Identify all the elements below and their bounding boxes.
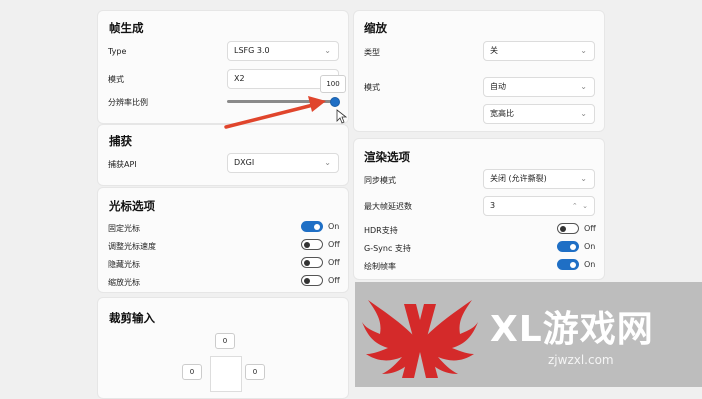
hide-cursor-toggle[interactable] [301,257,323,268]
scale-cursor-toggle[interactable] [301,275,323,286]
gsync-toggle[interactable] [557,241,579,252]
capture-api-label: 捕获API [108,160,137,169]
watermark: XL游戏网 zjwzxl.com [355,282,702,387]
chevron-down-icon: ⌄ [324,158,331,167]
aspect-value: 宽高比 [490,109,514,118]
render-toggle-label: G-Sync 支持 [364,244,411,253]
sync-select[interactable]: 关闭 (允许撕裂) ⌄ [483,169,595,189]
aspect-select[interactable]: 宽高比 ⌄ [483,104,595,124]
crop-top-input[interactable]: 0 [215,333,235,349]
max-frames-spinner[interactable]: 3 ⌃ ⌄ [483,196,595,216]
scale-mode-value: 自动 [490,82,506,91]
capture-title: 捕获 [109,134,132,148]
scale-type-label: 类型 [364,48,380,57]
draw-fps-toggle[interactable] [557,259,579,270]
mode-label: 模式 [108,75,124,84]
toggle-state: Off [328,258,340,267]
type-select-value: LSFG 3.0 [234,46,270,55]
cursor-title: 光标选项 [109,199,155,213]
cursor-card: 光标选项 固定光标 On 调整光标速度 Off 隐藏光标 Off 缩放光标 Of… [97,187,349,293]
chevron-down-icon: ⌄ [580,46,587,55]
chevron-down-icon: ⌄ [580,82,587,91]
winged-x-logo-icon [362,300,478,378]
capture-card: 捕获 捕获API DXGI ⌄ [97,124,349,186]
max-frames-label: 最大帧延迟数 [364,202,412,211]
crop-card: 裁剪输入 0 0 0 [97,297,349,399]
resolution-slider[interactable] [227,100,335,103]
max-frames-value: 3 [490,201,496,210]
render-card: 渲染选项 同步模式 关闭 (允许撕裂) ⌄ 最大帧延迟数 3 ⌃ ⌄ HDR支持… [353,138,605,280]
scale-mode-label: 模式 [364,83,380,92]
crop-left-input[interactable]: 0 [182,364,202,380]
frame-gen-title: 帧生成 [109,21,144,35]
cursor-item-label: 固定光标 [108,224,140,233]
chevron-down-icon: ⌄ [324,46,331,55]
cursor-item-label: 调整光标速度 [108,242,156,251]
capture-api-select[interactable]: DXGI ⌄ [227,153,339,173]
resolution-tooltip: 100 [320,75,346,93]
render-toggle-label: 绘制帧率 [364,262,396,271]
scale-type-select[interactable]: 关 ⌄ [483,41,595,61]
fixed-cursor-toggle[interactable] [301,221,323,232]
chevron-down-icon: ⌄ [580,174,587,183]
toggle-state: Off [328,240,340,249]
resolution-label: 分辨率比例 [108,98,148,107]
frame-gen-card: 帧生成 Type LSFG 3.0 ⌄ 模式 X2 分辨率比例 100 [97,10,349,124]
scale-type-value: 关 [490,46,498,55]
cursor-item-label: 缩放光标 [108,278,140,287]
toggle-state: On [584,260,596,269]
toggle-state: Off [328,276,340,285]
type-select[interactable]: LSFG 3.0 ⌄ [227,41,339,61]
render-toggle-label: HDR支持 [364,226,398,235]
type-label: Type [108,47,127,56]
cursor-speed-toggle[interactable] [301,239,323,250]
watermark-url: zjwzxl.com [548,353,614,367]
render-title: 渲染选项 [364,150,410,164]
scale-card: 缩放 类型 关 ⌄ 模式 自动 ⌄ 宽高比 ⌄ [353,10,605,132]
crop-right-input[interactable]: 0 [245,364,265,380]
scale-mode-select[interactable]: 自动 ⌄ [483,77,595,97]
scale-title: 缩放 [364,21,387,35]
crop-title: 裁剪输入 [109,311,155,325]
mode-select-value: X2 [234,74,245,83]
cursor-item-label: 隐藏光标 [108,260,140,269]
spin-arrows-icon[interactable]: ⌃ ⌄ [572,197,588,215]
hdr-toggle[interactable] [557,223,579,234]
capture-api-value: DXGI [234,158,255,167]
resolution-slider-thumb[interactable] [330,97,340,107]
watermark-brand: XL游戏网 [490,309,654,350]
toggle-state: On [584,242,596,251]
sync-label: 同步模式 [364,176,396,185]
toggle-state: Off [584,224,596,233]
sync-value: 关闭 (允许撕裂) [490,174,547,183]
toggle-state: On [328,222,340,231]
chevron-down-icon: ⌄ [580,109,587,118]
